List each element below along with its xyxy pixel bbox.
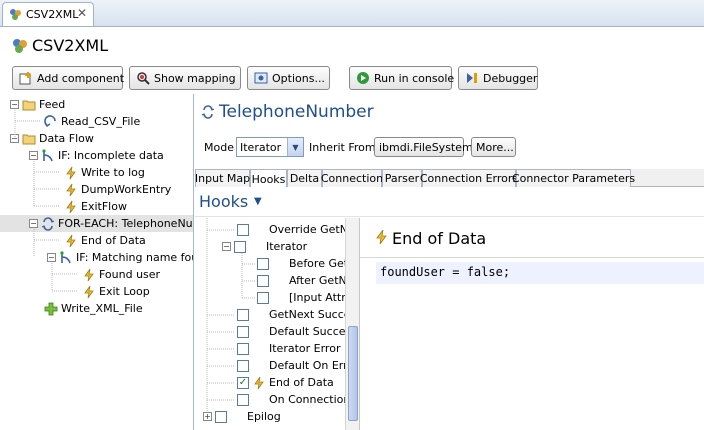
script-icon xyxy=(374,229,388,245)
script-editor[interactable] xyxy=(376,262,704,430)
hook-checkbox[interactable] xyxy=(237,325,249,338)
hook-checkbox[interactable] xyxy=(237,359,249,372)
hook-checkbox[interactable] xyxy=(257,291,269,304)
hook-label: Override GetN xyxy=(269,223,348,236)
chevron-down-icon[interactable]: ▼ xyxy=(254,196,262,207)
tab-delta[interactable]: Delta xyxy=(287,169,322,187)
debugger-icon xyxy=(465,71,479,85)
close-icon[interactable]: ✕ xyxy=(77,6,87,20)
component-header: TelephoneNumber Mode Iterator ▼ Inherit … xyxy=(195,94,704,170)
hook-item[interactable]: Override GetN xyxy=(237,221,348,238)
hook-label: End of Data xyxy=(269,376,334,389)
mode-select[interactable]: Iterator ▼ xyxy=(236,137,304,157)
assembly-line-tree: − Feed Read_CSV_File − Data Flow − IF: I… xyxy=(0,94,194,430)
hook-item-iterator[interactable]: − Iterator xyxy=(222,238,307,255)
hook-item[interactable]: After GetN xyxy=(257,272,347,289)
hook-label: Epilog xyxy=(247,410,281,423)
editor-tab-label: CSV2XML xyxy=(26,8,79,21)
tab-connection-errors[interactable]: Connection Errors xyxy=(420,169,518,187)
show-mapping-label: Show mapping xyxy=(154,71,236,85)
tree-guides xyxy=(14,110,78,292)
options-icon xyxy=(254,71,268,85)
hook-label: [Input Attr xyxy=(289,291,346,304)
hooks-scrollbar[interactable] xyxy=(345,218,359,430)
editor-tab-strip: CSV2XML ✕ xyxy=(0,0,704,27)
page-title: CSV2XML xyxy=(32,36,109,55)
hook-label: Default On Err xyxy=(269,359,348,372)
add-component-icon xyxy=(19,71,33,85)
script-icon xyxy=(252,376,266,390)
mapping-icon xyxy=(136,71,150,85)
hook-item[interactable]: [Input Attr xyxy=(257,289,346,306)
hook-item[interactable]: On Connection xyxy=(237,391,350,408)
hook-checkbox[interactable] xyxy=(237,223,249,236)
scrollbar-thumb[interactable] xyxy=(348,326,358,421)
hook-item[interactable]: Default Succes xyxy=(237,323,351,340)
mode-value: Iterator xyxy=(240,140,282,154)
editor-tab-csv2xml[interactable]: CSV2XML ✕ xyxy=(2,2,94,26)
hook-item[interactable]: Before Get xyxy=(257,255,348,272)
run-in-console-button[interactable]: Run in console xyxy=(349,66,455,90)
hook-item[interactable]: Default On Err xyxy=(237,357,348,374)
hook-label: After GetN xyxy=(289,274,347,287)
hook-label: Iterator xyxy=(266,240,308,253)
debugger-button[interactable]: Debugger xyxy=(458,66,538,90)
debugger-label: Debugger xyxy=(483,71,538,85)
hook-item[interactable]: Iterator Error xyxy=(237,340,340,357)
hook-checkbox-checked[interactable]: ✓ xyxy=(237,376,249,389)
hook-label: Default Succes xyxy=(269,325,352,338)
run-in-console-label: Run in console xyxy=(374,71,455,85)
add-component-button[interactable]: Add component xyxy=(12,66,125,90)
hook-label: Before Get xyxy=(289,257,349,270)
hook-checkbox[interactable] xyxy=(257,274,269,287)
hooks-title: Hooks xyxy=(199,192,249,211)
loop-icon xyxy=(201,105,215,119)
tab-connector-parameters[interactable]: Connector Parameters xyxy=(512,169,635,187)
hook-label: On Connection xyxy=(269,393,351,406)
tab-hooks[interactable]: Hooks xyxy=(250,169,287,188)
script-header: End of Data xyxy=(360,218,704,258)
page-title-row: CSV2XML xyxy=(12,36,108,55)
hook-label: Iterator Error xyxy=(269,342,341,355)
assembly-line-icon xyxy=(12,38,28,54)
hook-checkbox[interactable] xyxy=(257,257,269,270)
show-mapping-button[interactable]: Show mapping xyxy=(129,66,241,90)
hook-label: GetNext Succe xyxy=(269,308,351,321)
hook-item-end-of-data[interactable]: ✓ End of Data xyxy=(237,374,334,391)
component-title: TelephoneNumber xyxy=(219,102,374,122)
hook-checkbox[interactable] xyxy=(237,308,249,321)
mode-label: Mode xyxy=(204,141,234,154)
assembly-line-icon xyxy=(8,8,22,22)
hook-item[interactable]: GetNext Succe xyxy=(237,306,351,323)
component-tabs: Input Map Hooks Delta Connection Parser … xyxy=(195,169,704,188)
more-button[interactable]: More... xyxy=(471,137,516,157)
hook-checkbox[interactable] xyxy=(215,410,227,423)
hook-item-epilog[interactable]: + Epilog xyxy=(203,408,281,425)
tab-parser[interactable]: Parser xyxy=(382,169,422,187)
options-button[interactable]: Options... xyxy=(247,66,330,90)
run-icon xyxy=(356,71,370,85)
script-title: End of Data xyxy=(392,229,487,248)
collapse-toggle-icon[interactable]: − xyxy=(222,242,231,251)
hook-checkbox[interactable] xyxy=(234,240,246,253)
script-code-line[interactable]: foundUser = false; xyxy=(376,262,704,284)
hook-checkbox[interactable] xyxy=(237,342,249,355)
chevron-down-icon[interactable]: ▼ xyxy=(287,138,303,156)
tab-connection[interactable]: Connection xyxy=(321,169,383,187)
inherit-from-button[interactable]: ibmdi.FileSystem xyxy=(374,137,473,157)
tab-input-map[interactable]: Input Map xyxy=(195,169,250,187)
expand-toggle-icon[interactable]: + xyxy=(203,412,212,421)
hooks-list: Override GetN − Iterator Before Get Afte… xyxy=(195,218,360,430)
options-label: Options... xyxy=(272,71,325,85)
component-title-row: TelephoneNumber xyxy=(201,102,374,122)
hooks-header: Hooks ▼ xyxy=(195,187,704,217)
inherit-from-label: Inherit From xyxy=(309,141,376,154)
add-component-label: Add component xyxy=(37,71,125,85)
hook-checkbox[interactable] xyxy=(237,393,249,406)
